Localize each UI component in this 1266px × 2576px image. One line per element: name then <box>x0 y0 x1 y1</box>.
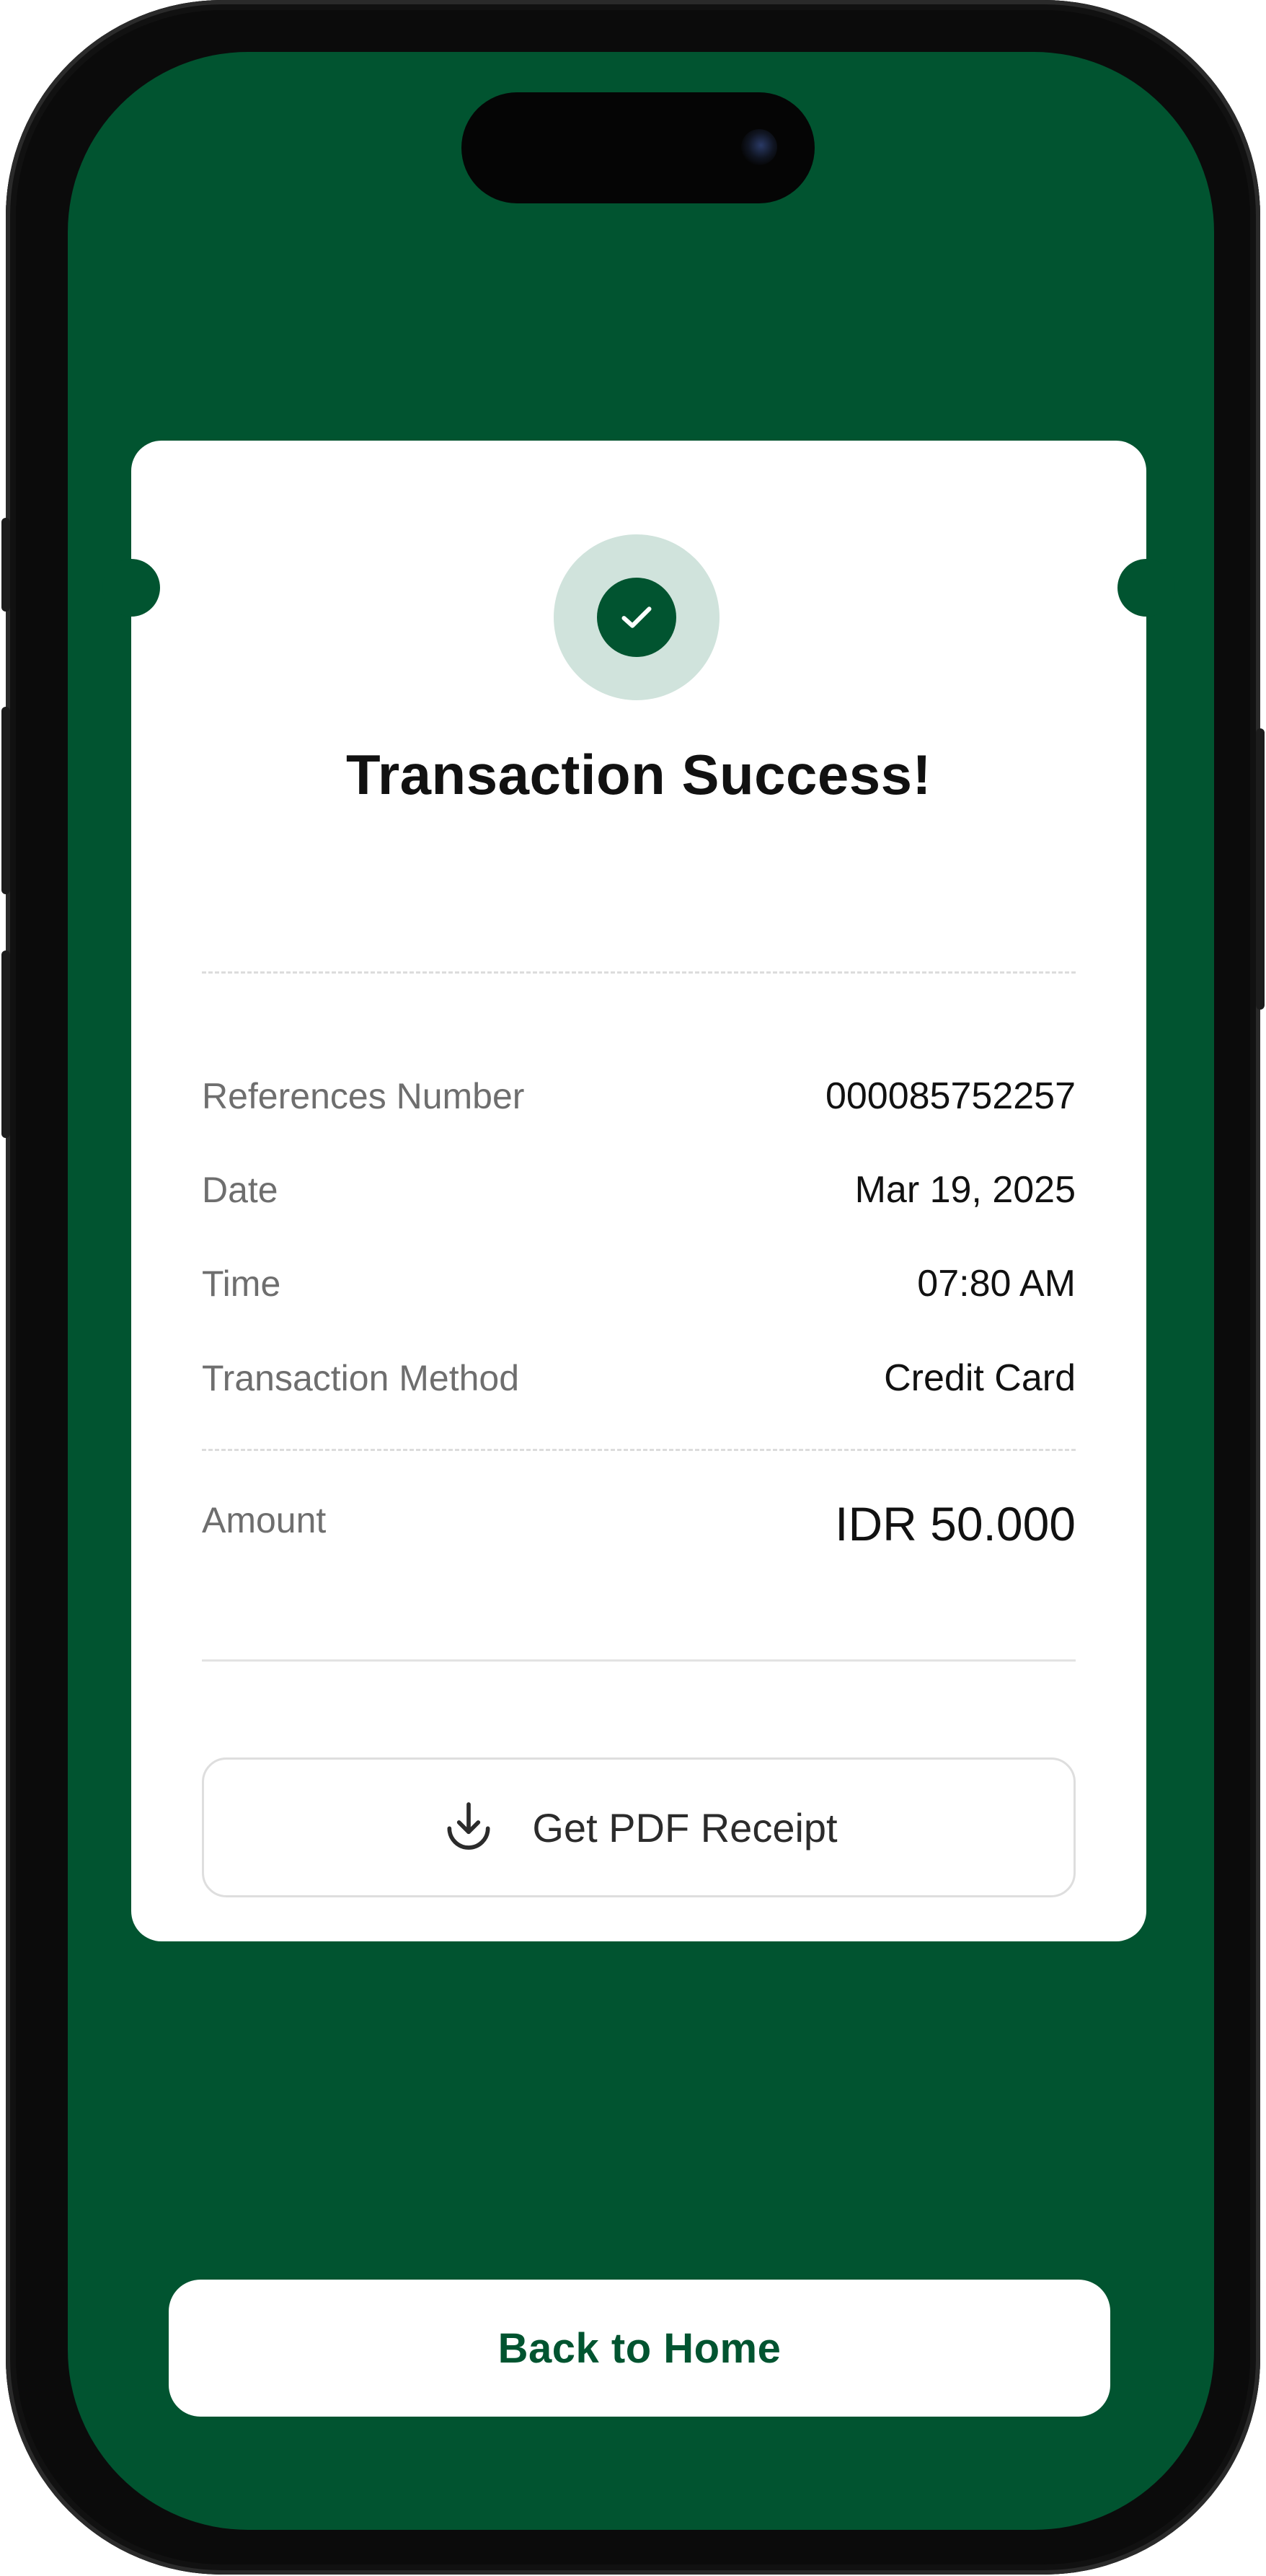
check-icon <box>597 578 676 657</box>
camera-icon <box>741 129 777 165</box>
action-button <box>1 518 10 612</box>
detail-label: Date <box>202 1170 278 1210</box>
detail-value: 07:80 AM <box>917 1263 1076 1305</box>
back-to-home-button[interactable]: Back to Home <box>169 2280 1110 2417</box>
detail-row-time: Time 07:80 AM <box>202 1258 1076 1309</box>
volume-up-button <box>1 707 10 894</box>
detail-row-date: Date Mar 19, 2025 <box>202 1165 1076 1215</box>
detail-value: Mar 19, 2025 <box>854 1169 1076 1211</box>
receipt-card: Transaction Success! References Number 0… <box>131 441 1146 1941</box>
detail-row-method: Transaction Method Credit Card <box>202 1353 1076 1403</box>
amount-label: Amount <box>202 1500 327 1540</box>
volume-down-button <box>1 950 10 1138</box>
amount-divider <box>202 1659 1076 1662</box>
detail-value: 000085752257 <box>825 1075 1076 1117</box>
amount-row: Amount IDR 50.000 <box>202 1496 1076 1551</box>
ticket-notch-right <box>1117 559 1175 617</box>
phone-frame: Transaction Success! References Number 0… <box>1 0 1265 2575</box>
amount-value: IDR 50.000 <box>835 1497 1076 1551</box>
ticket-notch-left <box>102 559 160 617</box>
details-divider <box>202 1449 1076 1451</box>
perforation-divider <box>202 971 1076 974</box>
detail-label: Time <box>202 1263 281 1304</box>
get-pdf-receipt-button[interactable]: Get PDF Receipt <box>202 1757 1076 1897</box>
download-icon <box>440 1797 497 1858</box>
home-button-label: Back to Home <box>497 2324 782 2372</box>
screen: Transaction Success! References Number 0… <box>68 52 1214 2530</box>
pdf-button-label: Get PDF Receipt <box>532 1804 838 1851</box>
power-button <box>1256 728 1265 1010</box>
detail-label: Transaction Method <box>202 1358 520 1398</box>
dynamic-island <box>461 92 815 203</box>
detail-label: References Number <box>202 1076 525 1116</box>
success-badge <box>554 534 720 700</box>
detail-row-reference: References Number 000085752257 <box>202 1071 1076 1121</box>
detail-value: Credit Card <box>884 1357 1076 1399</box>
page-title: Transaction Success! <box>345 743 931 806</box>
